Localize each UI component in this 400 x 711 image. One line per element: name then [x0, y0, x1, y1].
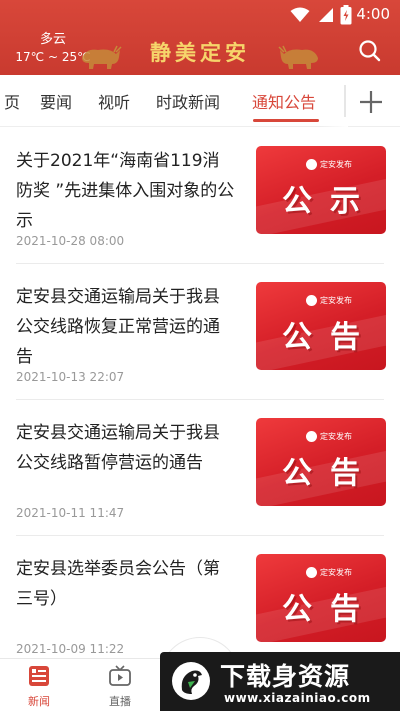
news-item[interactable]: 定安县交通运输局关于我县公交线路暂停营运的通告 2021-10-11 11:47… — [0, 400, 400, 536]
signal-icon — [319, 8, 333, 22]
news-date: 2021-10-09 11:22 — [16, 642, 125, 656]
news-thumbnail: 定安发布 公告 — [256, 554, 386, 642]
tab-headlines[interactable]: 要闻 — [40, 89, 72, 113]
watermark-url: www.xiazainiao.com — [224, 691, 371, 705]
status-time: 4:00 — [356, 5, 390, 23]
news-date: 2021-10-11 11:47 — [16, 506, 125, 520]
channel-tab-bar: 页 要闻 视听 时政新闻 通知公告 — [0, 75, 400, 127]
news-icon — [29, 666, 49, 686]
nav-live[interactable]: 直播 — [95, 665, 145, 709]
wifi-icon — [290, 7, 310, 22]
add-channel-icon[interactable] — [356, 87, 386, 117]
news-item[interactable]: 关于2021年“海南省119消防奖 ”先进集体入围对象的公示 2021-10-2… — [0, 128, 400, 264]
nav-label: 新闻 — [28, 695, 50, 708]
news-title: 关于2021年“海南省119消防奖 ”先进集体入围对象的公示 — [16, 151, 235, 231]
tab-video[interactable]: 视听 — [98, 89, 130, 113]
thumb-logo-text: 定安发布 — [320, 295, 352, 305]
news-title: 定安县交通运输局关于我县公交线路恢复正常营运的通告 — [16, 287, 220, 367]
active-tab-indicator — [253, 119, 319, 122]
tv-icon — [109, 665, 131, 686]
battery-charging-icon — [340, 5, 352, 25]
thumb-logo: 定安发布 — [306, 566, 352, 578]
thumb-text: 公告 — [282, 456, 378, 491]
news-item[interactable]: 定安县交通运输局关于我县公交线路恢复正常营运的通告 2021-10-13 22:… — [0, 264, 400, 400]
search-icon[interactable] — [356, 37, 384, 65]
brand-logo-icon — [306, 294, 317, 306]
news-thumbnail: 定安发布 公告 — [256, 418, 386, 506]
news-thumbnail: 定安发布 公示 — [256, 146, 386, 234]
tab-home-partial[interactable]: 页 — [4, 89, 20, 113]
news-date: 2021-10-13 22:07 — [16, 370, 125, 384]
news-list: 关于2021年“海南省119消防奖 ”先进集体入围对象的公示 2021-10-2… — [0, 128, 400, 658]
thumb-logo-text: 定安发布 — [320, 431, 352, 441]
brand-logo-icon — [306, 158, 317, 170]
news-date: 2021-10-28 08:00 — [16, 234, 125, 248]
thumb-logo-text: 定安发布 — [320, 159, 352, 169]
tab-divider — [344, 85, 346, 117]
brand-logo-icon — [306, 566, 317, 578]
thumb-text: 公告 — [282, 320, 378, 355]
thumb-text: 公告 — [282, 592, 378, 627]
thumb-text: 公示 — [282, 184, 378, 219]
app-title: 静美定安 — [150, 40, 250, 65]
nav-news[interactable]: 新闻 — [14, 665, 64, 709]
news-title: 定安县交通运输局关于我县公交线路暂停营运的通告 — [16, 423, 220, 473]
thumb-logo: 定安发布 — [306, 294, 352, 306]
watermark-bird-logo-icon — [172, 662, 210, 700]
brand-logo-icon — [306, 430, 317, 442]
news-thumbnail: 定安发布 公告 — [256, 282, 386, 370]
status-bar: 4:00 — [0, 0, 400, 28]
thumb-logo: 定安发布 — [306, 430, 352, 442]
tab-notices[interactable]: 通知公告 — [252, 89, 316, 113]
news-title: 定安县选举委员会公告（第三号） — [16, 559, 220, 609]
watermark-title: 下载身资源 — [220, 662, 351, 691]
tab-politics-news[interactable]: 时政新闻 — [156, 89, 220, 113]
watermark-banner: 下载身资源 www.xiazainiao.com — [160, 652, 400, 711]
nav-label: 直播 — [109, 695, 131, 708]
app-header: 4:00 多云 17℃ ~ 25℃ 静美定安 — [0, 0, 400, 75]
thumb-logo-text: 定安发布 — [320, 567, 352, 577]
thumb-logo: 定安发布 — [306, 158, 352, 170]
